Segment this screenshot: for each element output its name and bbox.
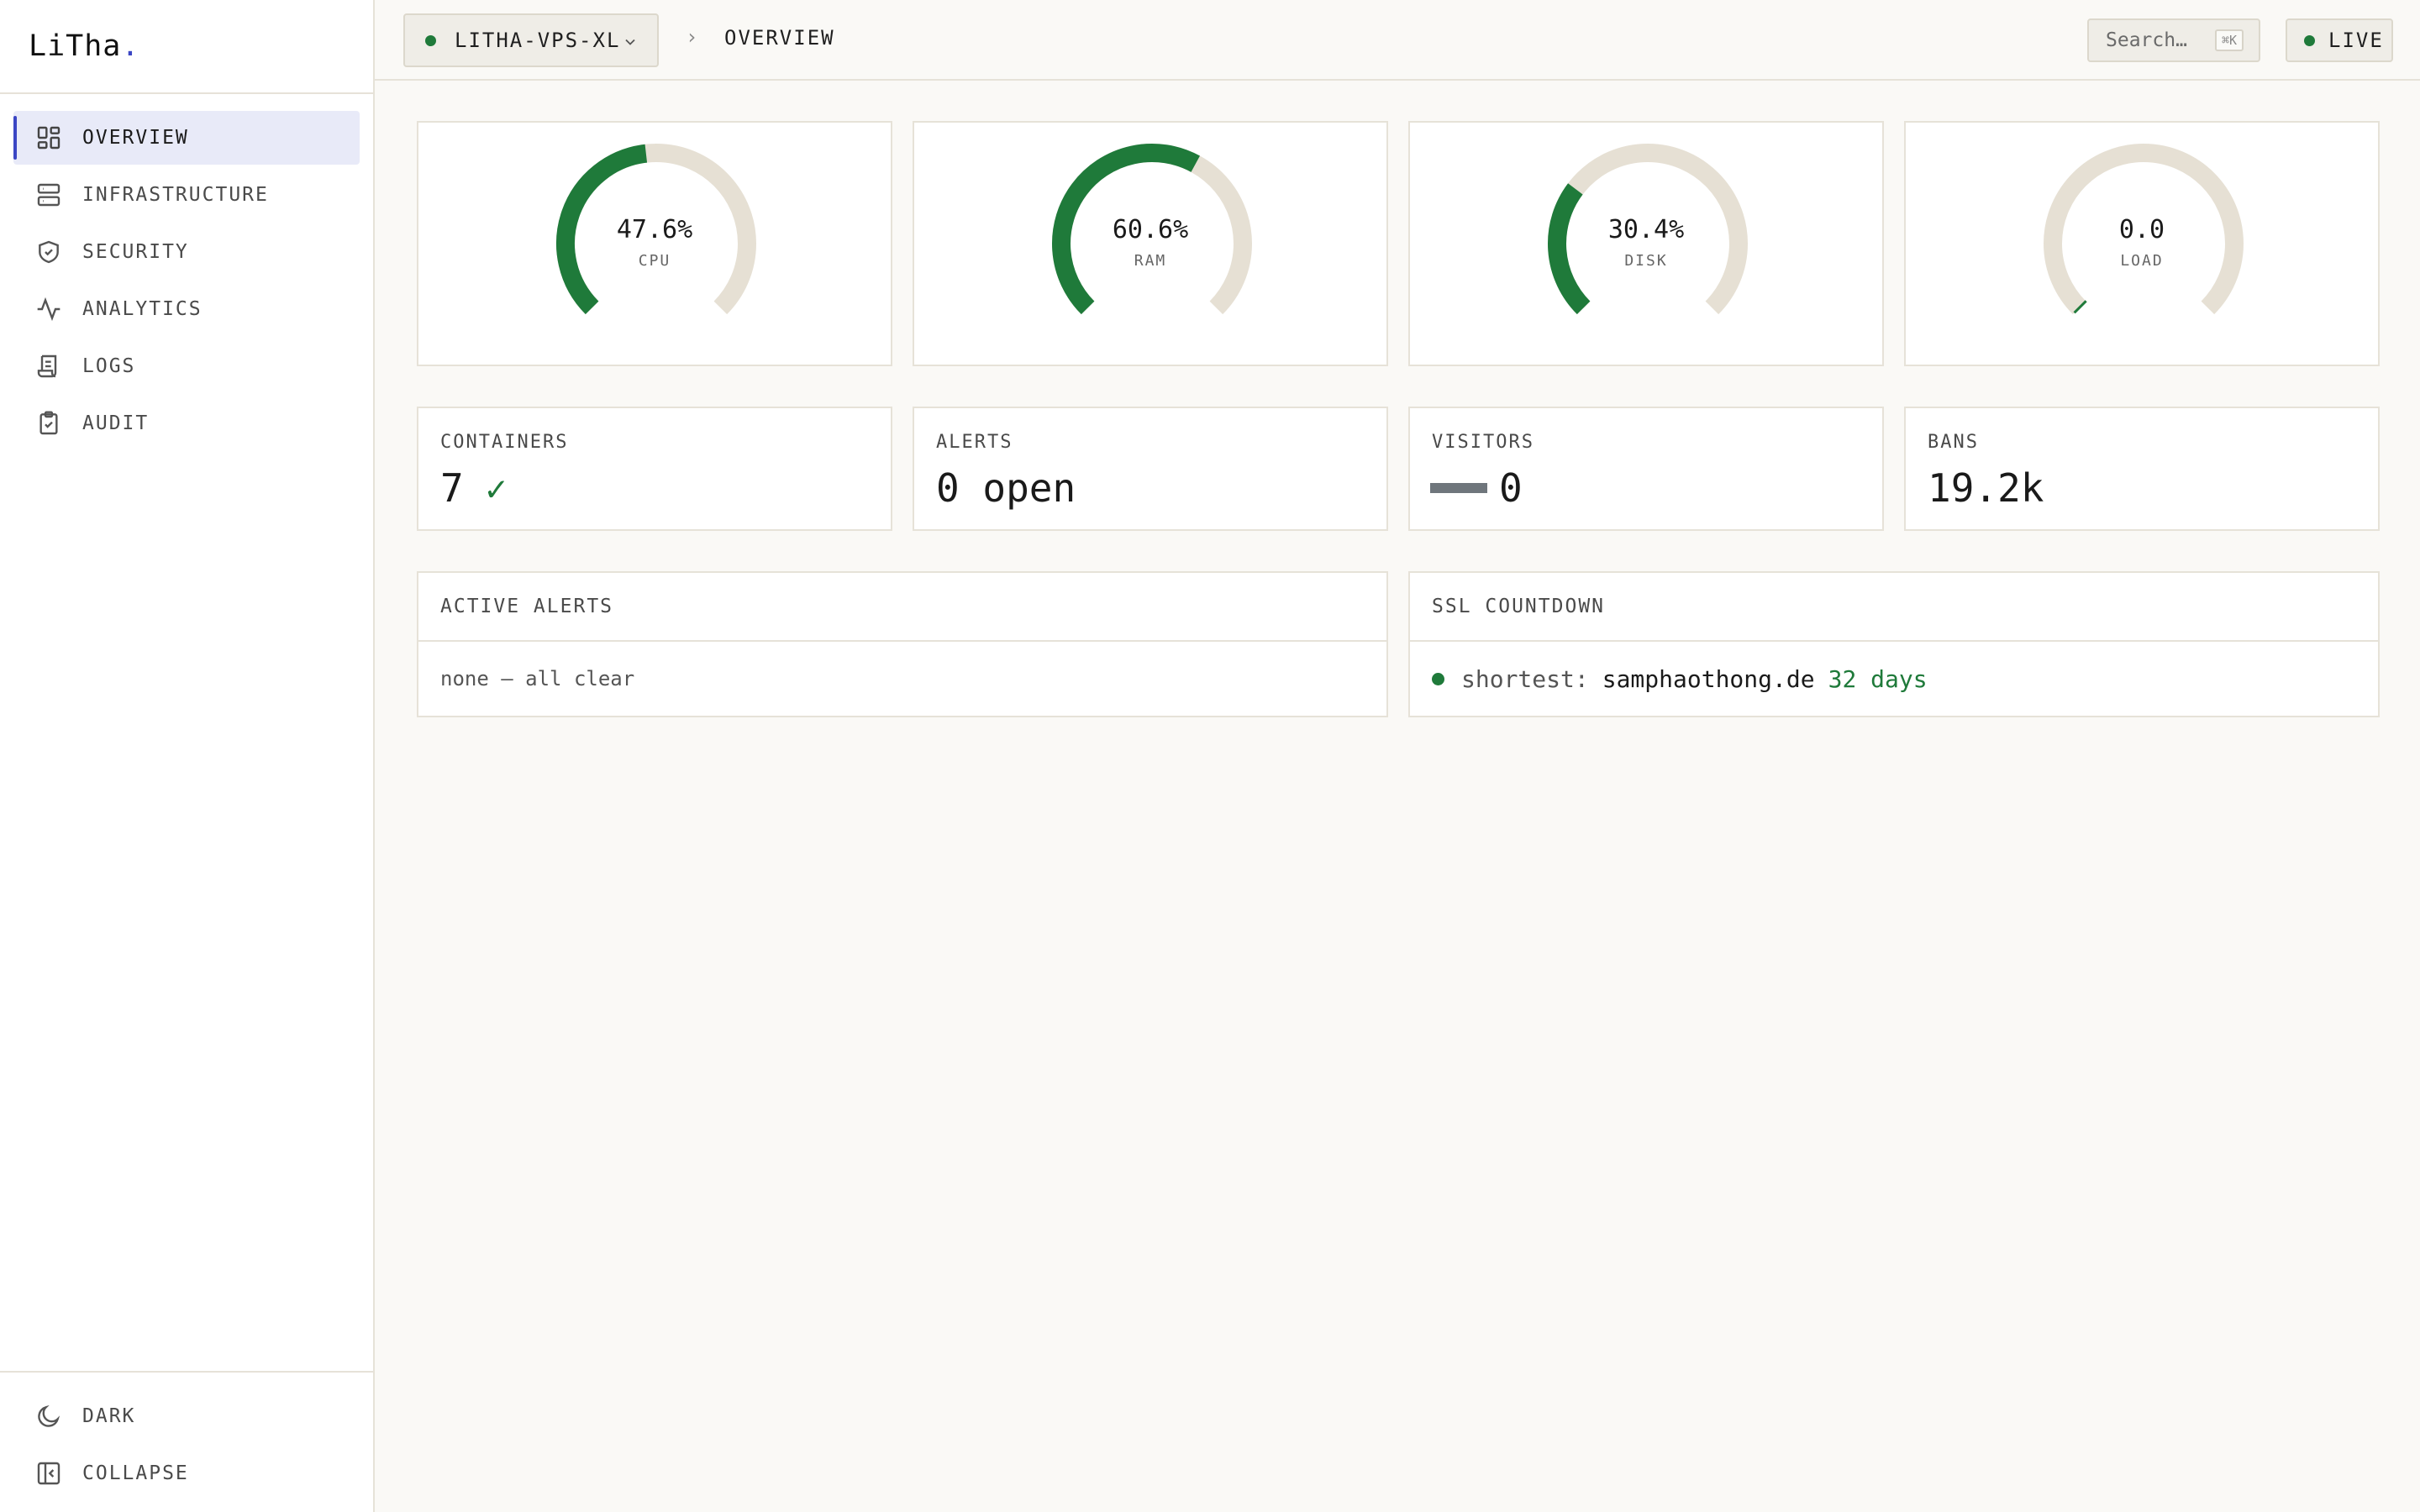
gauge-value: 0.0 — [2118, 215, 2165, 244]
stat-label: VISITORS — [1432, 432, 1534, 453]
sidebar-item-infrastructure[interactable]: INFRASTRUCTURE — [13, 168, 360, 222]
gauge-ring — [1548, 144, 1748, 315]
dashboard-icon — [37, 126, 60, 150]
sidebar-item-label: AUDIT — [82, 412, 150, 434]
brand-dot: . — [121, 29, 140, 63]
clipboard-check-icon — [39, 411, 58, 435]
gauge-label: DISK — [1624, 252, 1668, 270]
sidebar-item-analytics[interactable]: ANALYTICS — [13, 282, 360, 336]
brand-name: LiTha — [29, 29, 122, 63]
containers-count: 7 — [440, 465, 464, 511]
sidebar-nav: OVERVIEW INFRASTRUCTURE SECURITY ANALYTI… — [0, 94, 373, 450]
check-icon: ✓ — [485, 467, 507, 509]
chevron-down-icon — [625, 39, 635, 45]
stat-card-bans[interactable]: BANS 19.2k — [1904, 407, 2380, 531]
gauge-label: LOAD — [2120, 252, 2164, 270]
active-alerts-body: none — all clear — [440, 667, 635, 690]
sidebar-item-logs[interactable]: LOGS — [13, 339, 360, 393]
gauge-fill — [1548, 183, 1591, 315]
live-indicator[interactable]: LIVE — [2286, 18, 2393, 62]
live-status-dot — [2304, 34, 2315, 46]
server-name: LITHA-VPS-XL — [455, 29, 621, 52]
search-shortcut-badge: ⌘K — [2214, 29, 2244, 51]
sidebar-item-overview[interactable]: OVERVIEW — [13, 111, 360, 165]
stat-card-alerts[interactable]: ALERTS 0 open — [913, 407, 1388, 531]
top-bar: LITHA-VPS-XL › OVERVIEW Search… ⌘K LIVE — [375, 0, 2420, 81]
moon-icon — [38, 1404, 60, 1427]
scroll-icon — [37, 354, 57, 378]
brand-logo[interactable]: LiTha. — [0, 0, 373, 94]
server-icon — [37, 183, 60, 207]
stat-value: 0 open — [936, 465, 1076, 511]
gauge-card-ram: 60.6% RAM — [913, 121, 1388, 366]
sidebar-item-label: OVERVIEW — [82, 127, 189, 149]
gauge-ring — [556, 144, 756, 315]
sidebar-footer: DARK COLLAPSE — [0, 1371, 373, 1512]
server-selector[interactable]: LITHA-VPS-XL — [403, 13, 659, 67]
live-label: LIVE — [2328, 29, 2384, 52]
gauge-ring — [1052, 144, 1252, 315]
ssl-status-dot — [1432, 672, 1444, 685]
stat-value: 19.2k — [1928, 465, 2044, 511]
collapse-icon — [37, 1462, 60, 1485]
stat-label: CONTAINERS — [440, 432, 569, 453]
sidebar-item-audit[interactable]: AUDIT — [13, 396, 360, 450]
stat-label: BANS — [1928, 432, 1979, 453]
search-placeholder: Search… — [2106, 29, 2187, 51]
sidebar-item-label: ANALYTICS — [82, 298, 203, 320]
sparkline-placeholder — [1430, 483, 1487, 493]
ssl-days-remaining: 32 days — [1828, 664, 1928, 693]
panel-title: ACTIVE ALERTS — [418, 573, 1386, 642]
collapse-sidebar-button[interactable]: COLLAPSE — [13, 1446, 360, 1500]
gauge-label: CPU — [638, 252, 671, 270]
sidebar-item-label: INFRASTRUCTURE — [82, 184, 269, 206]
gauge-card-load: 0.0 LOAD — [1904, 121, 2380, 366]
sidebar: LiTha. OVERVIEW INFRASTRUCTURE SECURITY — [0, 0, 375, 1512]
sidebar-item-label: SECURITY — [82, 241, 189, 263]
stat-label: ALERTS — [936, 432, 1013, 453]
gauge-card-cpu: 47.6% CPU — [417, 121, 892, 366]
panel-title: SSL COUNTDOWN — [1410, 573, 2378, 642]
ssl-domain-link[interactable]: samphaothong.de — [1602, 665, 1815, 693]
sidebar-item-security[interactable]: SECURITY — [13, 225, 360, 279]
stat-card-visitors[interactable]: VISITORS 0 — [1408, 407, 1884, 531]
gauge-value: 30.4% — [1607, 215, 1685, 244]
sidebar-item-label: LOGS — [82, 355, 136, 377]
gauge-label: RAM — [1134, 252, 1167, 270]
breadcrumb-separator: › — [686, 25, 698, 49]
gauge-value: 47.6% — [616, 215, 693, 244]
gauge-value: 60.6% — [1112, 215, 1189, 244]
server-status-dot — [425, 34, 436, 46]
gauge-ring — [2044, 144, 2244, 315]
gauge-card-disk: 30.4% DISK — [1408, 121, 1884, 366]
breadcrumb-current: OVERVIEW — [724, 26, 835, 50]
visitors-count: 0 — [1499, 465, 1523, 511]
ssl-countdown-panel: SSL COUNTDOWN shortest: samphaothong.de … — [1408, 571, 2380, 717]
dark-mode-toggle[interactable]: DARK — [13, 1389, 360, 1443]
ssl-countdown-body: shortest: samphaothong.de 32 days — [1410, 642, 2378, 716]
dark-mode-label: DARK — [82, 1405, 136, 1427]
shield-icon — [39, 240, 59, 264]
stat-value: 0 — [1430, 465, 1523, 511]
stat-value: 7 ✓ — [440, 465, 507, 511]
ssl-prefix: shortest: — [1461, 664, 1589, 693]
collapse-label: COLLAPSE — [82, 1462, 189, 1484]
stat-card-containers[interactable]: CONTAINERS 7 ✓ — [417, 407, 892, 531]
search-input[interactable]: Search… ⌘K — [2087, 18, 2260, 62]
activity-icon — [37, 297, 60, 322]
active-alerts-panel: ACTIVE ALERTS none — all clear — [417, 571, 1388, 717]
